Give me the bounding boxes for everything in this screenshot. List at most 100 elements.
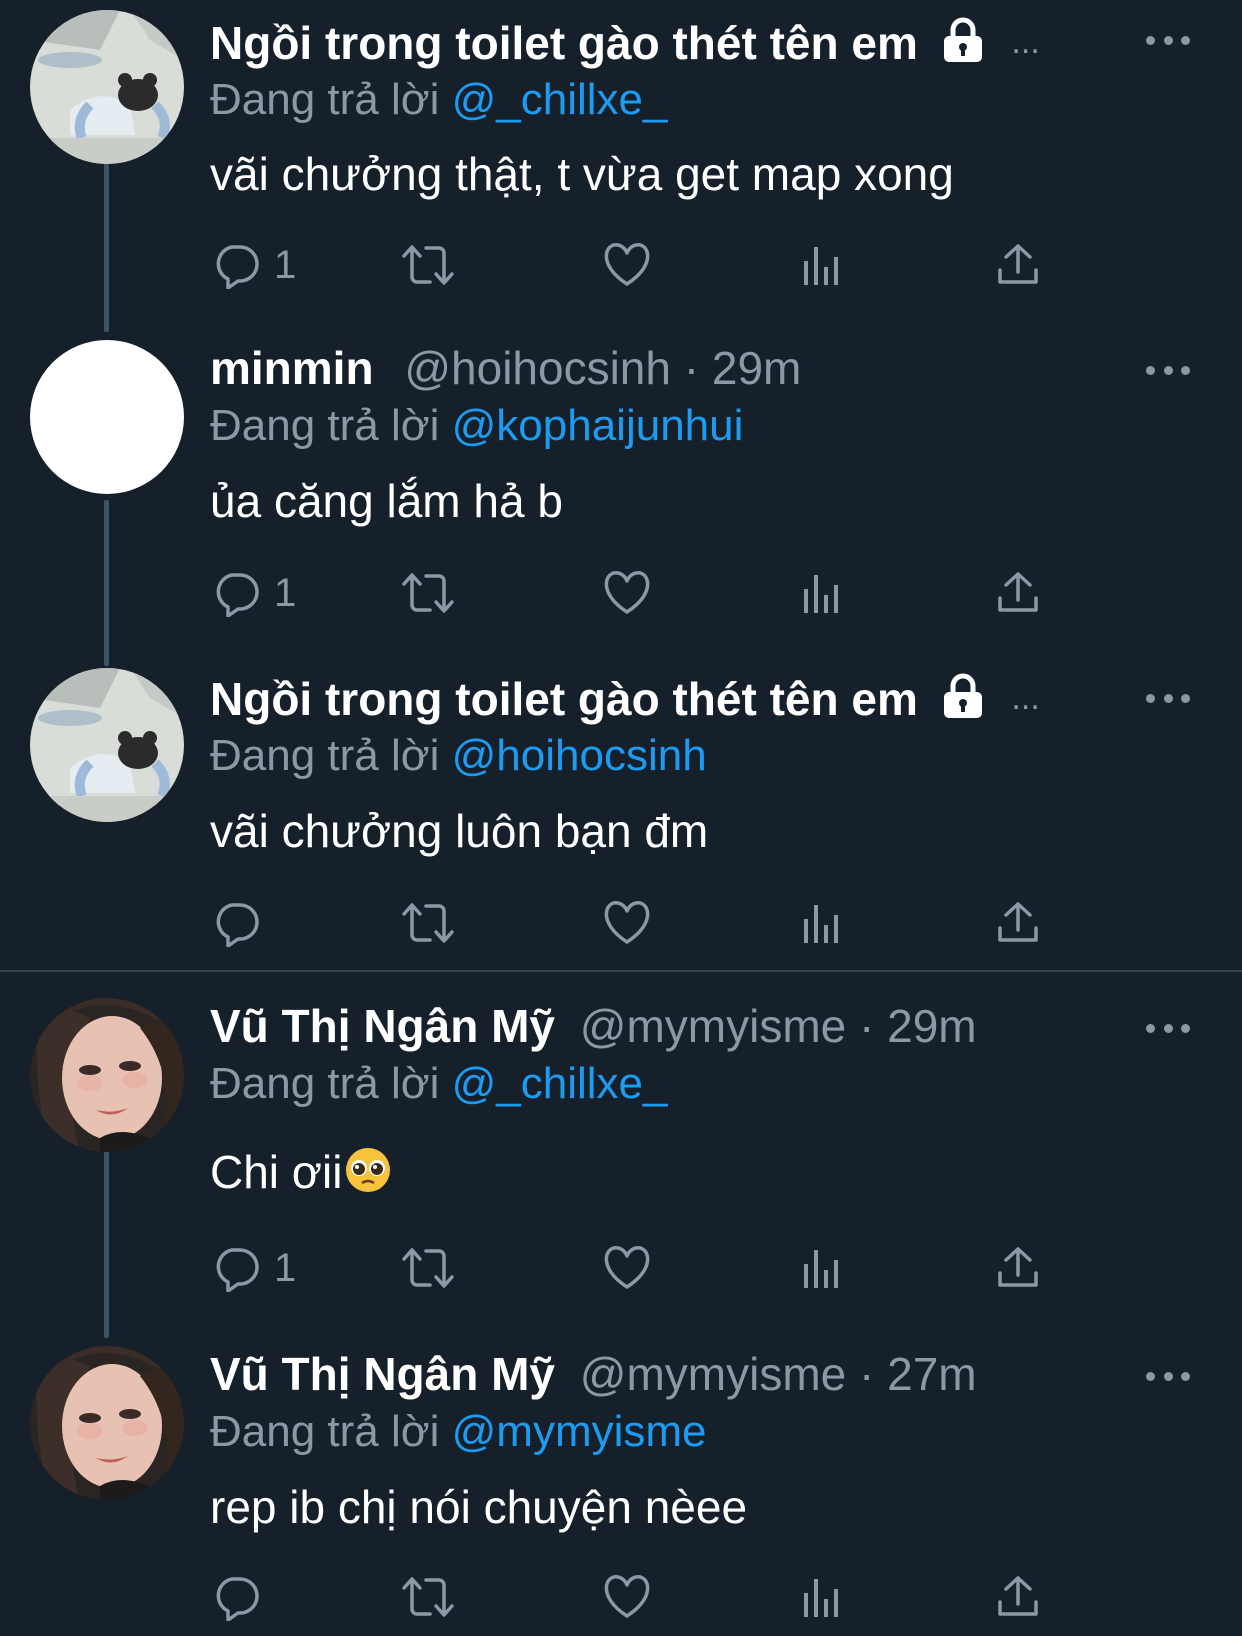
- reply-mention[interactable]: @mymyisme: [452, 1407, 707, 1456]
- views-button[interactable]: [802, 235, 842, 295]
- thread-line: [104, 500, 109, 666]
- thread-line: [104, 1148, 109, 1338]
- like-button[interactable]: [602, 893, 652, 953]
- share-button[interactable]: [996, 563, 1040, 623]
- views-icon: [804, 247, 838, 285]
- replying-to: Đang trả lời @_chillxe_: [210, 72, 668, 128]
- reply-mention[interactable]: @_chillxe_: [452, 1059, 668, 1108]
- avatar[interactable]: [30, 1346, 184, 1500]
- share-button[interactable]: [996, 1567, 1040, 1627]
- reply-icon: [216, 1577, 259, 1621]
- retweet-button[interactable]: [400, 235, 456, 295]
- replying-to: Đang trả lời @kophaijunhui: [210, 398, 743, 454]
- separator-dot: ·: [859, 1000, 875, 1052]
- views-button[interactable]: [802, 1567, 842, 1627]
- timestamp[interactable]: 29m: [712, 342, 801, 394]
- action-bar: [210, 893, 1090, 953]
- views-button[interactable]: [802, 1238, 842, 1298]
- reply-button[interactable]: [212, 1567, 274, 1627]
- action-bar: [210, 1567, 1090, 1627]
- more-icon[interactable]: [1146, 30, 1190, 50]
- more-icon[interactable]: [1146, 1018, 1190, 1038]
- share-button[interactable]: [996, 893, 1040, 953]
- tweet-text: Chi ơii: [210, 1146, 343, 1198]
- views-icon: [804, 575, 838, 613]
- reply-button[interactable]: 1: [212, 563, 296, 623]
- display-name[interactable]: Ngồi trong toilet gào thét tên em: [210, 673, 918, 725]
- like-button[interactable]: [602, 1238, 652, 1298]
- action-bar: 1: [210, 563, 1090, 623]
- separator-dot: ·: [859, 1348, 875, 1400]
- retweet-icon: [402, 245, 454, 285]
- like-icon: [604, 1575, 650, 1618]
- retweet-button[interactable]: [400, 893, 456, 953]
- reply-prefix: Đang trả lời: [210, 731, 440, 780]
- tweet-text: rep ib chị nói chuyện nèee: [210, 1481, 748, 1533]
- action-bar: 1: [210, 235, 1090, 295]
- reply-icon: [216, 245, 259, 289]
- avatar[interactable]: [30, 340, 184, 494]
- reply-icon: [216, 1248, 259, 1292]
- timestamp[interactable]: 29m: [887, 1000, 976, 1052]
- lock-icon: [941, 17, 985, 75]
- retweet-button[interactable]: [400, 563, 456, 623]
- views-button[interactable]: [802, 893, 842, 953]
- pleading-face-emoji: [344, 1146, 392, 1207]
- display-name[interactable]: Vũ Thị Ngân Mỹ: [210, 1348, 555, 1400]
- share-icon: [998, 572, 1038, 612]
- share-icon: [998, 244, 1038, 284]
- like-icon: [604, 571, 650, 614]
- lock-icon: [941, 673, 985, 731]
- like-icon: [604, 901, 650, 944]
- avatar[interactable]: [30, 10, 184, 164]
- reply-mention[interactable]: @_chillxe_: [452, 75, 668, 124]
- handle[interactable]: @hoihocsinh: [404, 342, 671, 394]
- timestamp[interactable]: 27m: [887, 1348, 976, 1400]
- replying-to: Đang trả lời @mymyisme: [210, 1404, 707, 1460]
- display-name[interactable]: Vũ Thị Ngân Mỹ: [210, 1000, 555, 1052]
- replying-to: Đang trả lời @_chillxe_: [210, 1056, 668, 1112]
- handle[interactable]: @mymyisme: [580, 1000, 846, 1052]
- reply-prefix: Đang trả lời: [210, 1059, 440, 1108]
- reply-mention[interactable]: @kophaijunhui: [452, 401, 744, 450]
- name-truncation: ...: [1011, 23, 1040, 61]
- like-button[interactable]: [602, 563, 652, 623]
- reply-button[interactable]: 1: [212, 1238, 296, 1298]
- action-bar: 1: [210, 1238, 1090, 1298]
- more-icon[interactable]: [1146, 1366, 1190, 1386]
- tweet-text: vãi chưởng luôn bạn đm: [210, 805, 709, 857]
- reply-button[interactable]: 1: [212, 235, 296, 295]
- reply-count: 1: [274, 1245, 297, 1290]
- more-icon[interactable]: [1146, 688, 1190, 708]
- share-button[interactable]: [996, 1238, 1040, 1298]
- tweet-text-row: Chi ơii: [210, 1143, 392, 1207]
- like-icon: [604, 1246, 650, 1289]
- retweet-icon: [402, 1248, 454, 1288]
- retweet-button[interactable]: [400, 1238, 456, 1298]
- retweet-icon: [402, 903, 454, 943]
- reply-icon: [216, 573, 259, 617]
- views-icon: [804, 1250, 838, 1288]
- retweet-button[interactable]: [400, 1567, 456, 1627]
- avatar[interactable]: [30, 998, 184, 1152]
- reply-mention[interactable]: @hoihocsinh: [452, 731, 707, 780]
- display-name[interactable]: minmin: [210, 342, 374, 394]
- replying-to: Đang trả lời @hoihocsinh: [210, 728, 707, 784]
- like-button[interactable]: [602, 1567, 652, 1627]
- tweet-text: vãi chưởng thật, t vừa get map xong: [210, 148, 954, 200]
- more-icon[interactable]: [1146, 360, 1190, 380]
- handle[interactable]: @mymyisme: [580, 1348, 846, 1400]
- views-button[interactable]: [802, 563, 842, 623]
- display-name[interactable]: Ngồi trong toilet gào thét tên em: [210, 17, 918, 69]
- retweet-icon: [402, 1577, 454, 1617]
- share-button[interactable]: [996, 235, 1040, 295]
- reply-prefix: Đang trả lời: [210, 75, 440, 124]
- retweet-icon: [402, 573, 454, 613]
- reply-count: 1: [274, 242, 297, 287]
- share-icon: [998, 1576, 1038, 1616]
- like-icon: [604, 243, 650, 286]
- views-icon: [804, 905, 838, 943]
- like-button[interactable]: [602, 235, 652, 295]
- reply-button[interactable]: [212, 893, 274, 953]
- avatar[interactable]: [30, 668, 184, 822]
